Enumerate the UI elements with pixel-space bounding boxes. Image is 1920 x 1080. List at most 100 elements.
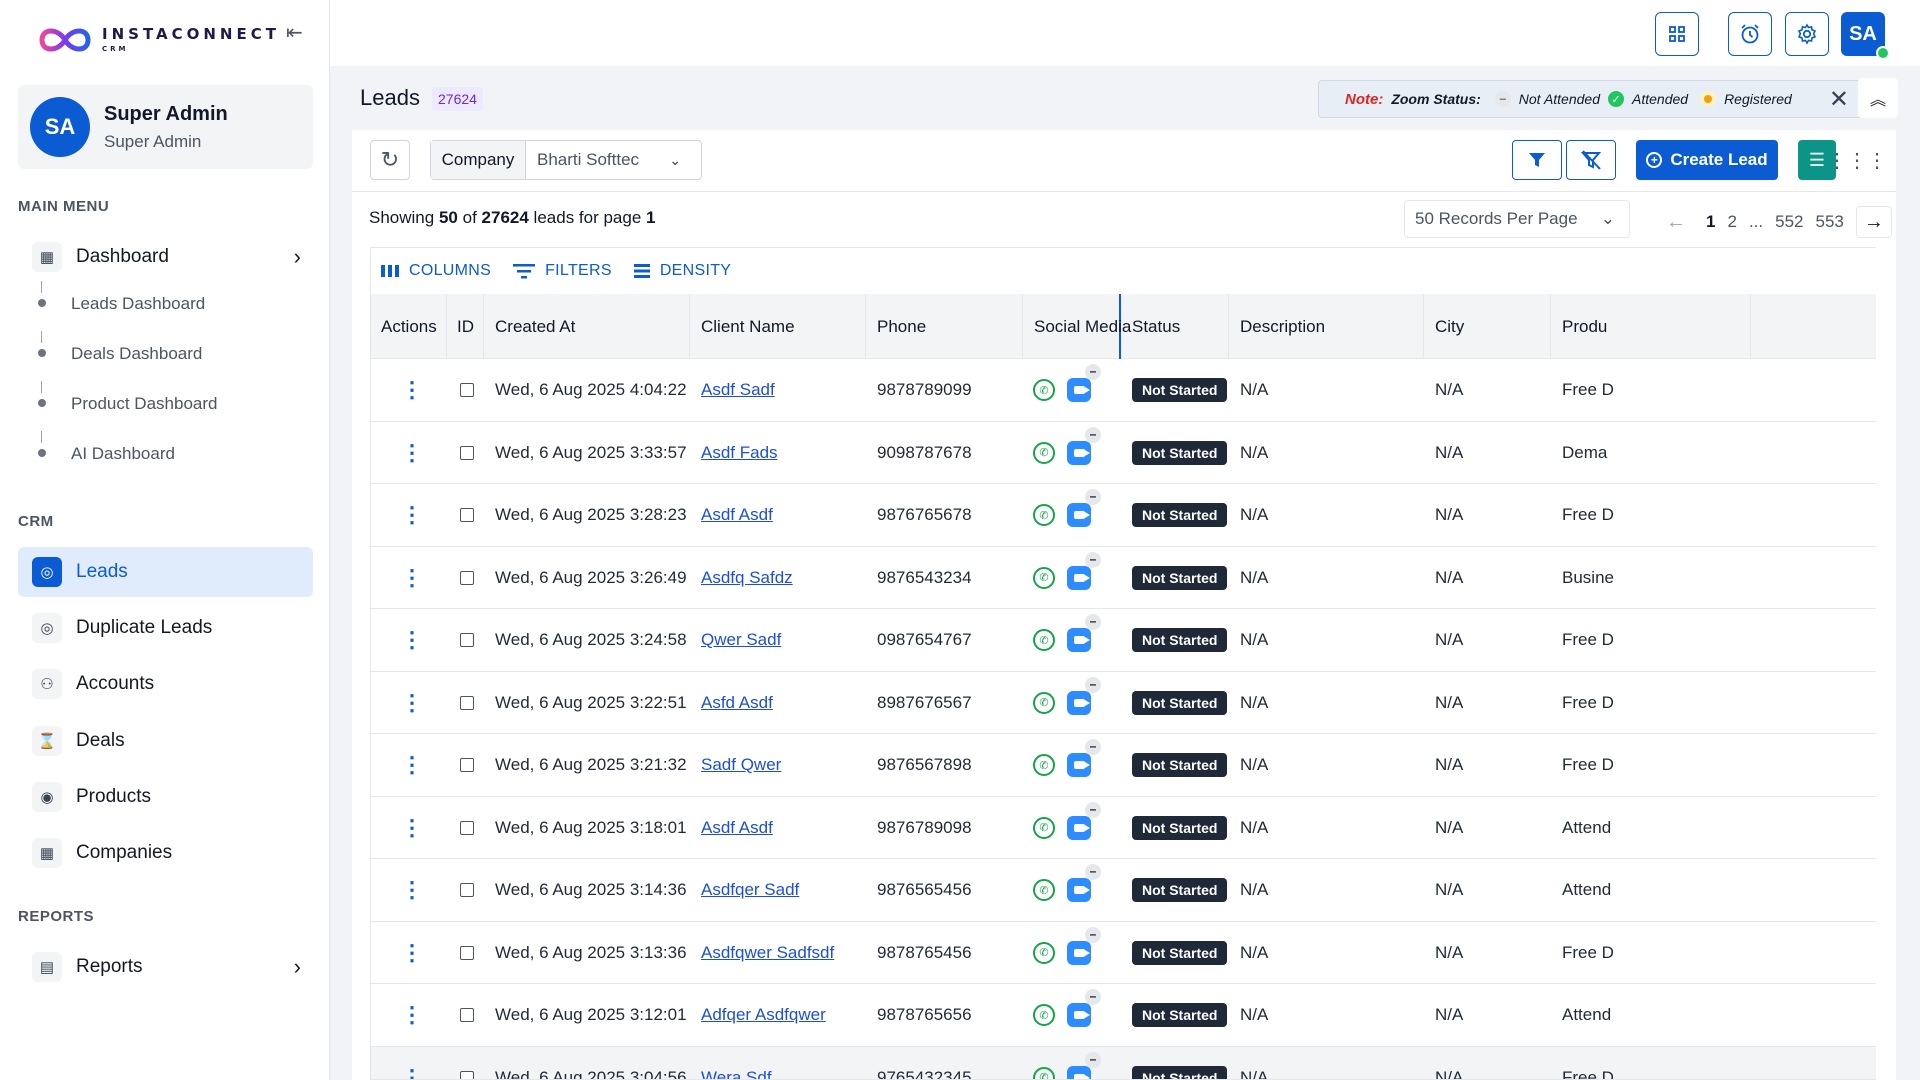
density-button[interactable]: DENSITY [633, 262, 731, 280]
client-name-link[interactable]: Asdf Sadf [701, 380, 775, 400]
user-avatar[interactable]: SA [1841, 12, 1890, 60]
arrow-right-icon[interactable]: → [1855, 206, 1892, 238]
profile-card[interactable]: SA Super Admin Super Admin [18, 85, 313, 169]
whatsapp-icon[interactable]: ✆ [1033, 1004, 1055, 1026]
column-header-product[interactable]: Produ [1551, 294, 1751, 359]
client-name-link[interactable]: Qwer Sadf [701, 630, 781, 650]
zoom-video-icon[interactable]: – [1067, 1051, 1101, 1079]
more-vertical-icon[interactable]: ⋮ [401, 940, 423, 966]
sidebar-item-duplicate-leads[interactable]: ◎ Duplicate Leads [18, 603, 313, 653]
column-header-client-name[interactable]: Client Name [690, 294, 866, 359]
zoom-video-icon[interactable]: – [1067, 801, 1101, 840]
table-row[interactable]: ⋮ Wed, 6 Aug 2025 3:28:23 PM Asdf Asdf 9876… [371, 484, 1876, 547]
zoom-video-icon[interactable]: – [1067, 864, 1101, 902]
sidebar-item-deals-dashboard[interactable]: Deals Dashboard [71, 344, 202, 364]
whatsapp-icon[interactable]: ✆ [1033, 566, 1055, 589]
more-vertical-icon[interactable]: ⋮ [401, 565, 423, 591]
more-vertical-icon[interactable]: ⋮ [401, 502, 423, 528]
more-vertical-icon[interactable]: ⋮ [401, 690, 423, 716]
column-header-description[interactable]: Description [1229, 294, 1424, 359]
chevron-up-double-icon[interactable]: ︽ [1858, 78, 1898, 118]
table-row[interactable]: ⋮ Wed, 6 Aug 2025 3:18:01 PM Asdf Asdf 9876… [371, 796, 1876, 859]
zoom-video-icon[interactable]: – [1067, 364, 1101, 402]
whatsapp-icon[interactable]: ✆ [1033, 379, 1055, 401]
more-vertical-icon[interactable]: ⋮ [401, 1065, 423, 1080]
arrow-left-icon[interactable]: ← [1658, 206, 1694, 238]
page-link[interactable]: 553 [1815, 212, 1843, 232]
column-header-city[interactable]: City [1424, 294, 1551, 359]
column-header-id[interactable]: ID [447, 294, 484, 359]
refresh-icon[interactable]: ↻ [370, 140, 410, 180]
client-name-link[interactable]: Wera Sdf [701, 1068, 772, 1080]
column-header-social-media[interactable]: Social Media [1023, 294, 1131, 359]
client-name-link[interactable]: Adfqer Asdfqwer [701, 1005, 826, 1025]
table-row[interactable]: ⋮ Wed, 6 Aug 2025 3:12:01 PM Adfqer Asdfqw… [371, 984, 1876, 1047]
column-header-status[interactable]: Status [1121, 294, 1229, 359]
table-row[interactable]: ⋮ Wed, 6 Aug 2025 3:22:51 PM Asfd Asdf 8987… [371, 671, 1876, 734]
sidebar-item-deals[interactable]: ⌛ Deals [18, 716, 313, 766]
client-name-link[interactable]: Asdf Asdf [701, 818, 773, 838]
sidebar-item-reports[interactable]: ▤ Reports › [18, 942, 313, 992]
company-filter-select[interactable]: Company Bharti Softtec ⌄ [430, 140, 702, 180]
whatsapp-icon[interactable]: ✆ [1033, 691, 1055, 714]
more-vertical-icon[interactable]: ⋮ [401, 627, 423, 653]
client-name-link[interactable]: Asdf Asdf [701, 505, 773, 525]
whatsapp-icon[interactable]: ✆ [1033, 941, 1055, 964]
table-row[interactable]: ⋮ Wed, 6 Aug 2025 3:14:36 PM Asdfqer Sadf 9… [371, 859, 1876, 922]
more-vertical-icon[interactable]: ⋮ [401, 440, 423, 466]
records-per-page-select[interactable]: 50 Records Per Page ⌄ [1404, 200, 1630, 238]
filter-button[interactable] [1512, 140, 1562, 180]
whatsapp-icon[interactable]: ✆ [1033, 816, 1055, 839]
columns-button[interactable]: COLUMNS [381, 262, 491, 280]
table-row[interactable]: ⋮ Wed, 6 Aug 2025 3:33:57 PM Asdf Fads 9098… [371, 421, 1876, 484]
more-vertical-icon[interactable]: ⋮ [401, 1002, 423, 1028]
zoom-video-icon[interactable]: – [1067, 551, 1101, 590]
more-vertical-icon[interactable]: ⋮ [401, 815, 423, 841]
row-checkbox[interactable] [460, 820, 474, 835]
client-name-link[interactable]: Asdf Fads [701, 443, 778, 463]
table-row[interactable]: ⋮ Wed, 6 Aug 2025 3:26:49 PM Asdfq Safdz 98… [371, 546, 1876, 609]
column-header-actions[interactable]: Actions [371, 294, 447, 359]
sidebar-item-product-dashboard[interactable]: Product Dashboard [71, 394, 217, 414]
sidebar-item-products[interactable]: ◉ Products [18, 772, 313, 822]
row-checkbox[interactable] [460, 508, 474, 522]
zoom-video-icon[interactable]: – [1067, 739, 1101, 777]
zoom-video-icon[interactable]: – [1067, 926, 1101, 965]
client-name-link[interactable]: Asdfq Safdz [701, 568, 793, 588]
row-checkbox[interactable] [460, 758, 474, 772]
client-name-link[interactable]: Sadf Qwer [701, 755, 781, 775]
sidebar-item-leads-dashboard[interactable]: Leads Dashboard [71, 294, 205, 314]
grid-view-icon[interactable]: ⋮⋮⋮ [1827, 140, 1887, 180]
row-checkbox[interactable] [460, 695, 474, 710]
whatsapp-icon[interactable]: ✆ [1033, 441, 1055, 464]
close-icon[interactable]: ✕ [1829, 85, 1849, 114]
create-lead-button[interactable]: + Create Lead [1636, 140, 1778, 180]
more-vertical-icon[interactable]: ⋮ [401, 752, 423, 778]
whatsapp-icon[interactable]: ✆ [1033, 1066, 1055, 1079]
page-link[interactable]: 1 [1706, 212, 1715, 232]
sidebar-item-dashboard[interactable]: ▦ Dashboard › [18, 232, 313, 282]
settings-gear-icon[interactable] [1785, 12, 1829, 56]
more-vertical-icon[interactable]: ⋮ [401, 877, 423, 903]
row-checkbox[interactable] [460, 445, 474, 460]
table-row[interactable]: ⋮ Wed, 6 Aug 2025 3:21:32 PM Sadf Qwer 9876… [371, 734, 1876, 797]
table-row[interactable]: ⋮ Wed, 6 Aug 2025 4:04:22 PM Asdf Sadf 9878… [371, 359, 1876, 422]
client-name-link[interactable]: Asdfqer Sadf [701, 880, 799, 900]
sidebar-item-ai-dashboard[interactable]: AI Dashboard [71, 444, 175, 464]
client-name-link[interactable]: Asfd Asdf [701, 693, 773, 713]
row-checkbox[interactable] [460, 1070, 474, 1079]
table-row[interactable]: ⋮ Wed, 6 Aug 2025 3:13:36 PM Asdfqwer Sadf… [371, 921, 1876, 984]
whatsapp-icon[interactable]: ✆ [1033, 754, 1055, 776]
page-link[interactable]: 552 [1775, 212, 1803, 232]
row-checkbox[interactable] [460, 633, 474, 647]
zoom-video-icon[interactable]: – [1067, 489, 1101, 527]
sidebar-item-leads[interactable]: ◎ Leads [18, 547, 313, 597]
row-checkbox[interactable] [460, 1008, 474, 1022]
whatsapp-icon[interactable]: ✆ [1033, 879, 1055, 901]
row-checkbox[interactable] [460, 883, 474, 897]
whatsapp-icon[interactable]: ✆ [1033, 504, 1055, 526]
column-header-phone[interactable]: Phone [866, 294, 1023, 359]
row-checkbox[interactable] [460, 570, 474, 585]
page-link[interactable]: 2 [1727, 212, 1736, 232]
column-header-created-at[interactable]: Created At [484, 294, 690, 359]
